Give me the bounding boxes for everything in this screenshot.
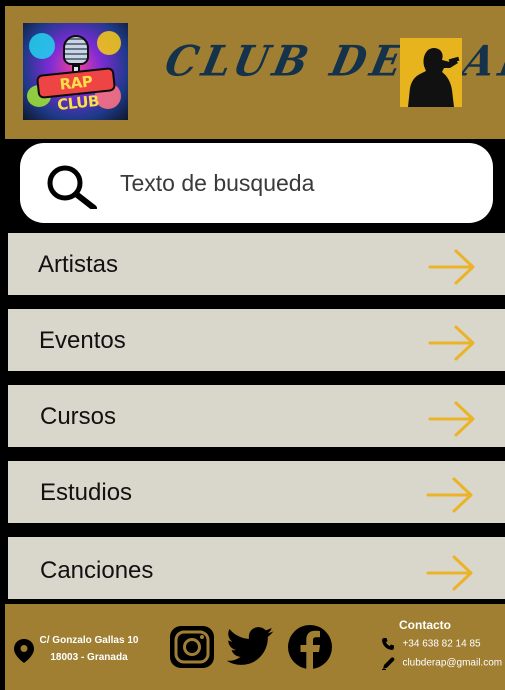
menu-item-label: Cursos <box>40 403 117 430</box>
menu-item-label: Estudios <box>40 479 133 506</box>
facebook-icon[interactable] <box>286 624 334 670</box>
instagram-icon[interactable] <box>168 624 216 670</box>
contact-phone: +34 638 82 14 85 <box>381 635 481 651</box>
logo-splash <box>29 33 55 59</box>
header: RAP CLUB CLUB DE RAP <box>5 6 505 139</box>
search-bar <box>20 143 493 223</box>
menu-item-label: Canciones <box>40 557 154 584</box>
menu-item-canciones[interactable]: Canciones <box>6 535 505 601</box>
phone-icon <box>382 637 394 650</box>
microphone-icon <box>63 35 89 65</box>
menu-item-estudios[interactable]: Estudios <box>6 459 505 525</box>
address-line: C/ Gonzalo Gallas 10 <box>39 635 139 646</box>
logo-splash <box>97 31 121 55</box>
address-line: 18003 - Granada <box>50 652 128 663</box>
menu-item-cursos[interactable]: Cursos <box>6 383 505 449</box>
page-title: CLUB DE RAP <box>160 36 505 86</box>
menu-item-label: Artistas <box>38 251 119 278</box>
email-address[interactable]: clubderap@gmail.com <box>402 657 502 668</box>
menu-item-label: Eventos <box>39 327 126 354</box>
arrow-right-icon <box>428 325 475 361</box>
contact-title: Contacto <box>399 618 451 632</box>
rap-club-logo[interactable]: RAP CLUB <box>23 23 128 120</box>
address: C/ Gonzalo Gallas 10 18003 - Granada <box>35 632 143 666</box>
arrow-right-icon <box>426 477 473 513</box>
rapper-silhouette-logo <box>400 38 462 107</box>
arrow-right-icon <box>428 401 475 437</box>
phone-number: +34 638 82 14 85 <box>402 638 481 650</box>
twitter-icon[interactable] <box>227 624 275 670</box>
rapper-silhouette-icon <box>408 48 460 107</box>
pen-icon <box>382 657 395 670</box>
menu-item-eventos[interactable]: Eventos <box>6 307 505 373</box>
footer: C/ Gonzalo Gallas 10 18003 - Granada Con… <box>5 604 505 690</box>
arrow-right-icon <box>426 555 473 591</box>
contact-email: clubderap@gmail.com <box>381 654 502 670</box>
location-pin-icon <box>14 639 34 663</box>
search-icon[interactable] <box>42 163 98 209</box>
arrow-right-icon <box>428 249 475 285</box>
menu-item-artistas[interactable]: Artistas <box>6 231 505 297</box>
search-input[interactable] <box>120 163 460 203</box>
